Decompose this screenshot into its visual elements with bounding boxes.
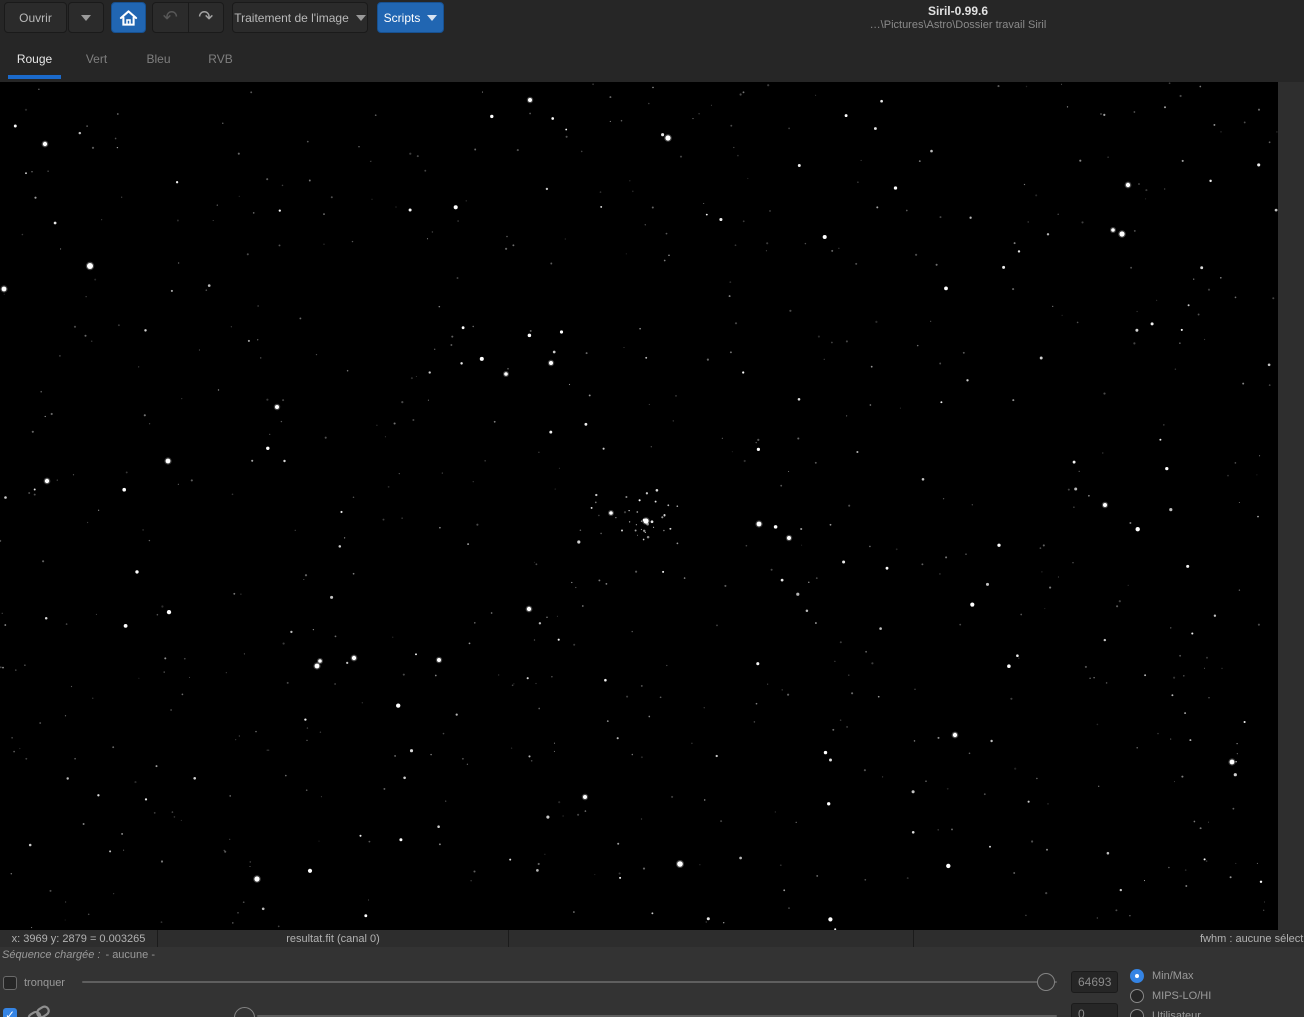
scripts-menu-button[interactable]: Scripts [377,2,444,33]
working-directory: …\Pictures\Astro\Dossier travail Siril [808,19,1108,31]
open-button[interactable]: Ouvrir [4,2,67,33]
undo-icon: ↶ [163,9,178,27]
mips-label: MIPS-LO/HI [1152,990,1211,1002]
chevron-down-icon [356,15,366,21]
tab-bleu-label: Bleu [146,52,170,66]
home-button[interactable] [111,2,146,33]
display-controls: tronquer 64693 Min/Max MIPS-LO/HI Auto a… [0,963,1304,1017]
tab-rouge[interactable]: Rouge [8,36,61,82]
check-icon: ✓ [5,1008,15,1017]
redo-icon: ↷ [198,9,213,27]
channel-tabbar: Rouge Vert Bleu RVB [0,36,1304,82]
minmax-radio[interactable] [1130,969,1144,983]
image-processing-label: Traitement de l'image [234,11,349,25]
truncate-label: tronquer [24,977,65,989]
sequence-row: Séquence chargée : - aucune - [0,947,1304,963]
image-canvas[interactable] [0,82,1278,930]
filename-status: resultat.fit (canal 0) [158,930,508,947]
tab-bleu[interactable]: Bleu [136,36,181,82]
tab-rouge-label: Rouge [17,52,52,66]
user-label: Utilisateur [1152,1010,1201,1017]
active-tab-underline [8,75,61,79]
lo-slider-handle[interactable] [234,1007,255,1017]
user-radio[interactable] [1130,1009,1144,1017]
siril-window: Ouvrir ↶ ↷ Traitement de l'image [0,0,1304,1017]
image-processing-menu-button[interactable]: Traitement de l'image [232,2,368,33]
cursor-position-status: x: 3969 y: 2879 = 0.003265 [0,930,157,947]
chevron-down-icon [81,15,91,21]
tab-rvb[interactable]: RVB [198,36,243,82]
hi-slider-track[interactable] [82,981,1057,983]
tab-rvb-label: RVB [208,52,232,66]
hi-value-text: 64693 [1078,975,1111,989]
toolbar: Ouvrir ↶ ↷ Traitement de l'image [0,0,1304,36]
app-title: Siril-0.99.6 [808,4,1108,18]
tab-vert-label: Vert [86,52,107,66]
fwhm-status: fwhm : aucune sélection [1200,930,1304,947]
link-checkbox[interactable]: ✓ [3,1008,17,1017]
hi-value-input[interactable]: 64693 [1071,971,1118,993]
scripts-label: Scripts [384,11,421,25]
sequence-label: Séquence chargée : [2,949,100,961]
undo-button[interactable]: ↶ [153,3,188,32]
home-icon [119,9,138,27]
window-title-block: Siril-0.99.6 …\Pictures\Astro\Dossier tr… [808,4,1108,31]
chain-link-icon [26,1003,52,1017]
lo-value-input[interactable]: 0 [1071,1003,1118,1017]
redo-button[interactable]: ↷ [189,3,224,32]
undo-redo-group: ↶ ↷ [152,2,224,33]
tab-vert[interactable]: Vert [75,36,118,82]
truncate-checkbox[interactable] [3,976,17,990]
statusbar: x: 3969 y: 2879 = 0.003265 resultat.fit … [0,930,1304,947]
hi-slider-handle[interactable] [1037,973,1055,991]
chevron-down-icon [427,15,437,21]
lo-value-text: 0 [1078,1007,1085,1017]
starfield-image [0,82,1278,930]
mips-radio[interactable] [1130,989,1144,1003]
open-dropdown-button[interactable] [68,2,104,33]
open-button-label: Ouvrir [19,11,52,25]
minmax-label: Min/Max [1152,970,1194,982]
sequence-value: - aucune - [105,949,155,961]
